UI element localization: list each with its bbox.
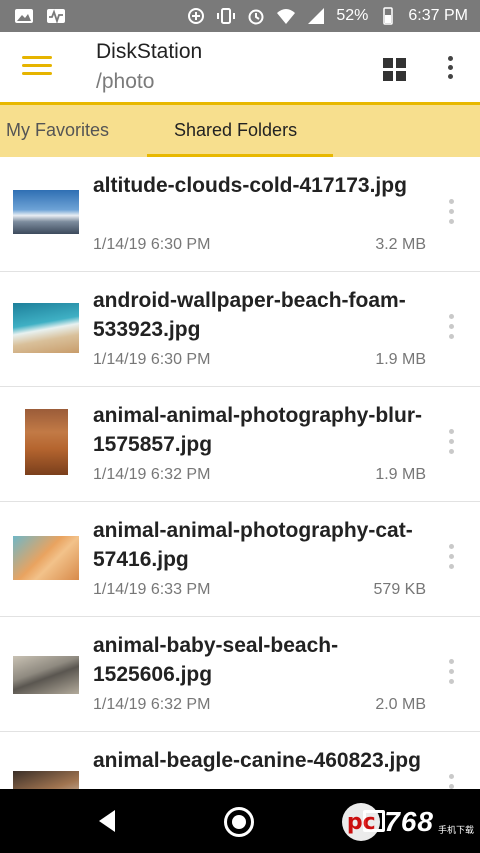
- item-more-button[interactable]: [447, 659, 457, 687]
- battery-percent: 52%: [336, 7, 369, 24]
- hamburger-icon: [22, 56, 52, 59]
- item-more-button[interactable]: [447, 199, 457, 227]
- more-options-button[interactable]: [446, 56, 456, 82]
- file-date: 1/14/19 6:32 PM: [93, 696, 211, 713]
- item-more-button[interactable]: [447, 544, 457, 572]
- data-saver-icon: [186, 6, 206, 26]
- file-list: altitude-clouds-cold-417173.jpg 1/14/19 …: [0, 157, 480, 847]
- tab-bar: My Favorites Shared Folders: [0, 102, 480, 158]
- file-name: animal-beagle-canine-460823.jpg: [93, 749, 421, 772]
- list-item[interactable]: altitude-clouds-cold-417173.jpg 1/14/19 …: [0, 157, 480, 272]
- tab-my-favorites[interactable]: My Favorites: [6, 120, 109, 141]
- file-name: animal-animal-photography-blur-1575857.j…: [93, 404, 423, 456]
- grid-view-button[interactable]: [383, 58, 407, 82]
- item-more-button[interactable]: [447, 429, 457, 457]
- image-icon: [14, 6, 34, 26]
- app-bar: DiskStation /photo: [0, 32, 480, 102]
- file-date: 1/14/19 6:33 PM: [93, 581, 211, 598]
- more-vert-icon: [449, 544, 454, 549]
- watermark-subtext: 手机下载: [437, 824, 474, 835]
- list-item[interactable]: android-wallpaper-beach-foam-533923.jpg …: [0, 272, 480, 387]
- thumbnail-animal: [25, 409, 68, 475]
- home-icon[interactable]: [224, 807, 254, 837]
- system-nav-bar: pc 768 手机下载: [0, 789, 480, 853]
- file-name: android-wallpaper-beach-foam-533923.jpg: [93, 289, 406, 341]
- alarm-icon: [246, 6, 266, 26]
- signal-icon: [306, 6, 326, 26]
- list-item[interactable]: animal-animal-photography-blur-1575857.j…: [0, 387, 480, 502]
- file-date: 1/14/19 6:32 PM: [93, 466, 211, 483]
- more-vert-icon: [449, 659, 454, 664]
- tab-shared-folders[interactable]: Shared Folders: [174, 120, 297, 141]
- battery-icon: [378, 6, 398, 26]
- file-size: 3.2 MB: [375, 236, 426, 253]
- more-vert-icon: [449, 774, 454, 779]
- clock: 6:37 PM: [408, 7, 468, 24]
- file-name: animal-animal-photography-cat-57416.jpg: [93, 519, 413, 571]
- file-name: animal-baby-seal-beach-1525606.jpg: [93, 634, 339, 686]
- file-size: 579 KB: [373, 581, 426, 598]
- more-vert-icon: [449, 199, 454, 204]
- thumbnail-seal: [13, 656, 79, 694]
- watermark-logo: pc 768 手机下载: [342, 803, 474, 841]
- file-size: 2.0 MB: [375, 696, 426, 713]
- pulse-icon: [46, 6, 66, 26]
- app-title: DiskStation: [96, 40, 203, 63]
- status-bar: 52% 6:37 PM: [0, 0, 480, 32]
- back-icon[interactable]: [95, 808, 121, 834]
- wifi-icon: [276, 6, 296, 26]
- file-size: 1.9 MB: [375, 466, 426, 483]
- file-date: 1/14/19 6:30 PM: [93, 236, 211, 253]
- thumbnail-mountain: [13, 190, 79, 234]
- grid-icon: [383, 58, 393, 68]
- file-name: altitude-clouds-cold-417173.jpg: [93, 174, 407, 197]
- thumbnail-beach: [13, 303, 79, 353]
- watermark-text: 768: [384, 806, 434, 837]
- list-item[interactable]: animal-animal-photography-cat-57416.jpg …: [0, 502, 480, 617]
- vibrate-icon: [216, 6, 236, 26]
- more-vert-icon: [448, 56, 453, 61]
- more-vert-icon: [449, 314, 454, 319]
- thumbnail-cat: [13, 536, 79, 580]
- file-date: 1/14/19 6:30 PM: [93, 351, 211, 368]
- file-size: 1.9 MB: [375, 351, 426, 368]
- item-more-button[interactable]: [447, 314, 457, 342]
- menu-button[interactable]: [22, 56, 52, 78]
- title-block: DiskStation /photo: [96, 40, 202, 94]
- list-item[interactable]: animal-baby-seal-beach-1525606.jpg 1/14/…: [0, 617, 480, 732]
- watermark-badge: pc: [342, 803, 381, 841]
- current-path: /photo: [96, 70, 155, 93]
- more-vert-icon: [449, 429, 454, 434]
